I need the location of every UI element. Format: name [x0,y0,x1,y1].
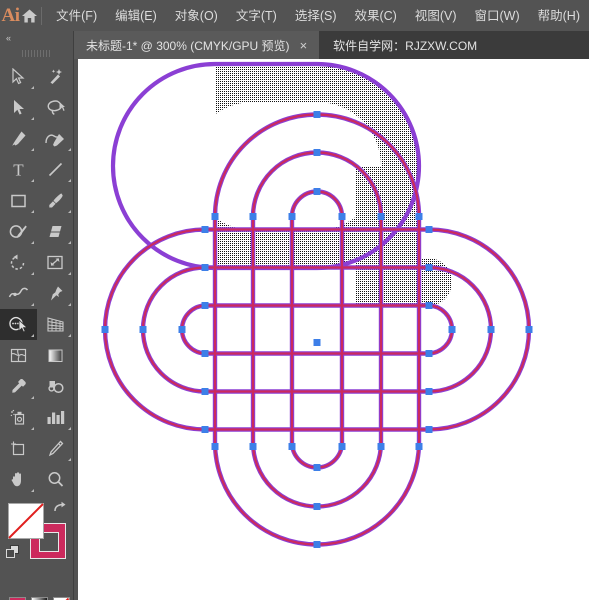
column-graph-tool[interactable] [37,402,74,433]
menu-file[interactable]: 文件(F) [47,5,106,27]
grip-dots-icon [21,49,52,57]
watermark-text: 软件自学网：RJZXW.COM [333,38,478,53]
pen-tool[interactable] [0,123,37,154]
flyout-indicator-icon [31,303,34,306]
flyout-indicator-icon [31,396,34,399]
mesh-tool[interactable] [0,340,37,371]
tool-grid: T [0,61,73,495]
flyout-indicator-icon [31,489,34,492]
curvature-tool[interactable] [37,123,74,154]
none-slash-icon [8,503,44,539]
tools-panel: « T [0,31,74,600]
document-tab-label: 未标题-1* @ 300% (CMYK/GPU 预览) [86,38,290,53]
artboard-canvas[interactable] [78,59,589,600]
flyout-indicator-icon [68,427,71,430]
flyout-indicator-icon [31,86,34,89]
zoom-tool[interactable] [37,464,74,495]
type-tool[interactable]: T [0,154,37,185]
paintbrush-tool[interactable] [37,185,74,216]
menu-help[interactable]: 帮助(H) [529,5,589,27]
magic-wand-tool[interactable] [37,61,74,92]
flyout-indicator-icon [68,210,71,213]
menu-view[interactable]: 视图(V) [406,5,466,27]
artwork-rosette[interactable] [78,59,589,600]
swap-fill-stroke-icon[interactable] [52,501,66,518]
symbol-sprayer-tool[interactable] [0,402,37,433]
menu-select[interactable]: 选择(S) [286,5,346,27]
ai-logo: Ai [1,5,21,26]
selection-tool[interactable] [0,61,37,92]
menu-bar: Ai 文件(F) 编辑(E) 对象(O) 文字(T) 选择(S) 效果(C) 视… [0,0,589,31]
flyout-indicator-icon [31,117,34,120]
flyout-indicator-icon [31,148,34,151]
document-tab[interactable]: 未标题-1* @ 300% (CMYK/GPU 预览) × [74,31,320,59]
direct-selection-tool[interactable] [0,92,37,123]
slice-tool[interactable] [37,433,74,464]
flyout-indicator-icon [31,210,34,213]
menu-object[interactable]: 对象(O) [166,5,227,27]
document-tab-bar: 未标题-1* @ 300% (CMYK/GPU 预览) × 软件自学网：RJZX… [74,31,589,59]
flyout-indicator-icon [68,148,71,151]
width-tool[interactable] [0,278,37,309]
rotate-tool[interactable] [0,247,37,278]
svg-text:T: T [13,161,24,178]
flyout-indicator-icon [31,241,34,244]
fill-stroke-controls [0,499,73,591]
paint-mode-row [0,591,73,600]
flyout-indicator-icon [68,241,71,244]
fill-swatch[interactable] [8,503,44,539]
menu-item-list: 文件(F) 编辑(E) 对象(O) 文字(T) 选择(S) 效果(C) 视图(V… [47,5,589,27]
pencil-tool[interactable] [0,216,37,247]
lasso-tool[interactable] [37,92,74,123]
hand-tool[interactable] [0,464,37,495]
flyout-indicator-icon [68,458,71,461]
flyout-indicator-icon [31,179,34,182]
default-fill-stroke-icon[interactable] [6,545,20,562]
flyout-indicator-icon [68,179,71,182]
close-icon[interactable]: × [297,37,311,54]
eraser-tool[interactable] [37,216,74,247]
artboard-tool[interactable] [0,433,37,464]
line-segment-tool[interactable] [37,154,74,185]
center-anchor-point [313,339,321,346]
blend-tool[interactable] [37,371,74,402]
illustrator-window: Ai 文件(F) 编辑(E) 对象(O) 文字(T) 选择(S) 效果(C) 视… [0,0,589,600]
collapse-panel-button[interactable]: « [0,31,73,45]
flyout-indicator-icon [31,334,34,337]
eyedropper-tool[interactable] [0,371,37,402]
menu-type[interactable]: 文字(T) [227,5,286,27]
flyout-indicator-icon [68,303,71,306]
flyout-indicator-icon [31,272,34,275]
home-icon[interactable] [21,0,39,31]
shape-builder-tool[interactable] [0,309,37,340]
double-chevron-left-icon: « [6,33,11,43]
menu-edit[interactable]: 编辑(E) [106,5,166,27]
gradient-tool[interactable] [37,340,74,371]
menu-window[interactable]: 窗口(W) [466,5,529,27]
rectangle-tool[interactable] [0,185,37,216]
free-transform-tool[interactable] [37,278,74,309]
perspective-grid-tool[interactable] [37,309,74,340]
flyout-indicator-icon [31,427,34,430]
flyout-indicator-icon [68,334,71,337]
flyout-indicator-icon [68,272,71,275]
menu-effect[interactable]: 效果(C) [345,5,405,27]
panel-drag-handle[interactable] [0,45,73,61]
scale-tool[interactable] [37,247,74,278]
menu-divider [40,6,42,25]
